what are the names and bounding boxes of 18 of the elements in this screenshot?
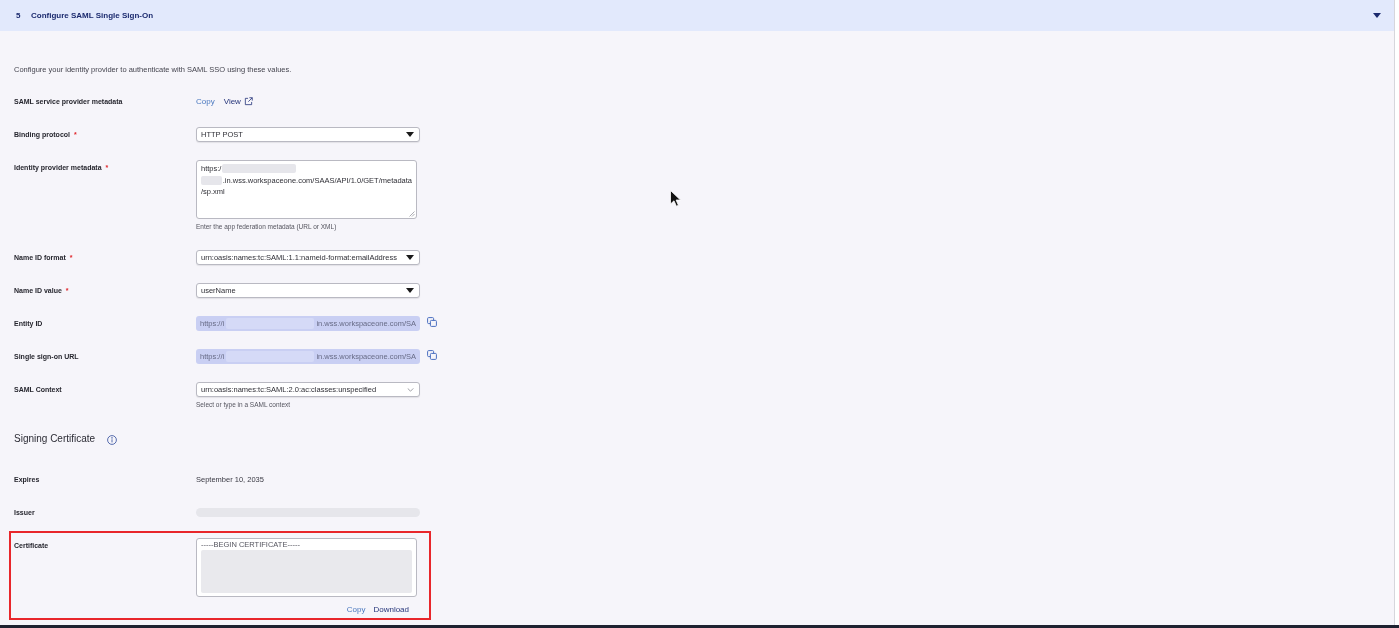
copy-icon[interactable] xyxy=(427,317,437,327)
caret-icon xyxy=(406,288,414,293)
caret-icon xyxy=(406,255,414,260)
info-icon[interactable] xyxy=(107,435,118,445)
external-link-icon xyxy=(243,97,253,106)
download-link[interactable]: Download xyxy=(373,605,409,615)
accordion-header[interactable]: 5 Configure SAML Single Sign-On xyxy=(0,0,1394,31)
copy-link[interactable]: Copy xyxy=(196,96,215,107)
chevron-down-icon xyxy=(407,387,414,392)
copy-icon[interactable] xyxy=(427,350,437,360)
copy-link[interactable]: Copy xyxy=(346,605,366,615)
step-number: 5 xyxy=(16,9,22,22)
section-heading: Signing Certificate xyxy=(14,432,96,446)
view-link[interactable]: View xyxy=(223,96,253,107)
caret-icon xyxy=(406,132,414,137)
resize-grip-icon[interactable] xyxy=(409,211,415,217)
section-title: Configure SAML Single Sign-On xyxy=(31,9,154,22)
mouse-cursor-icon xyxy=(670,190,681,207)
